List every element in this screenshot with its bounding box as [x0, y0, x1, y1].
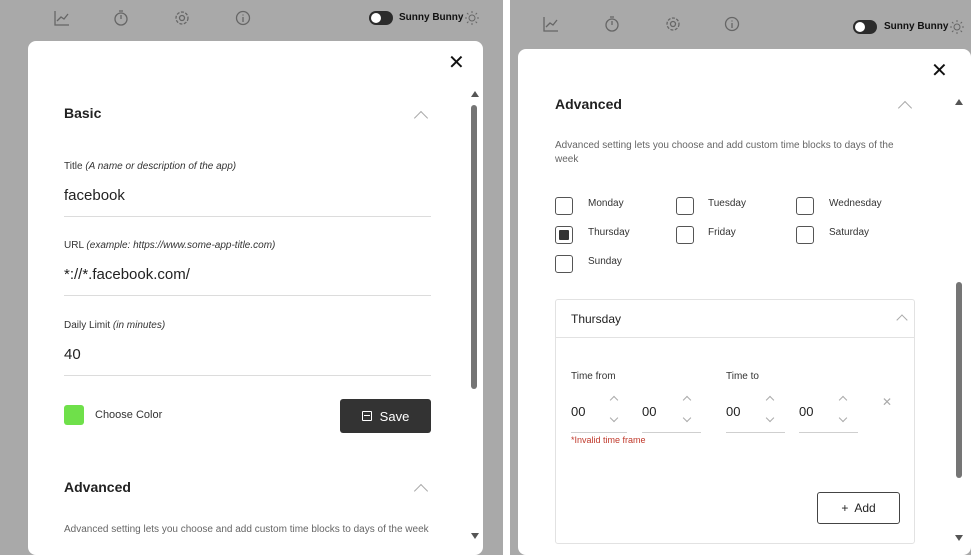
theme-toggle[interactable]	[369, 11, 393, 25]
chevron-up-icon[interactable]	[413, 110, 429, 126]
plus-icon: +	[841, 501, 849, 515]
advanced-section-title[interactable]: Advanced	[64, 479, 131, 495]
limit-underline	[64, 375, 431, 376]
scroll-down-icon[interactable]	[471, 533, 479, 539]
day-card-header[interactable]: Thursday	[556, 300, 914, 338]
day-label-wednesday[interactable]: Wednesday	[829, 198, 882, 209]
remove-time-block-icon[interactable]: ✕	[882, 395, 892, 409]
from-hours-down-icon[interactable]	[609, 413, 619, 423]
top-bar: Sunny Bunny	[0, 0, 503, 40]
scrollbar[interactable]	[469, 91, 479, 541]
title-input[interactable]: facebook	[64, 187, 125, 204]
color-swatch[interactable]	[64, 405, 84, 425]
scroll-up-icon[interactable]	[955, 99, 963, 105]
basic-section-title[interactable]: Basic	[64, 105, 101, 121]
chevron-up-icon[interactable]	[897, 100, 913, 116]
top-bar: Sunny Bunny	[510, 0, 971, 40]
checkbox-friday[interactable]	[676, 226, 694, 244]
daily-limit-input[interactable]: 40	[64, 346, 81, 363]
save-icon	[361, 411, 372, 421]
day-card-title: Thursday	[571, 312, 622, 326]
scroll-down-icon[interactable]	[955, 535, 963, 541]
url-field-label: URL (example: https://www.some-app-title…	[64, 240, 276, 251]
checkbox-monday[interactable]	[555, 197, 573, 215]
scroll-up-icon[interactable]	[471, 91, 479, 97]
day-label-sunday[interactable]: Sunday	[588, 256, 622, 267]
checkbox-saturday[interactable]	[796, 226, 814, 244]
user-name: Sunny Bunny	[399, 12, 464, 23]
add-label: Add	[854, 501, 876, 515]
to-hours-down-icon[interactable]	[765, 413, 775, 423]
title-field-label: Title (A name or description of the app)	[64, 161, 237, 172]
checkbox-wednesday[interactable]	[796, 197, 814, 215]
close-icon[interactable]: ✕	[931, 61, 948, 81]
day-label-tuesday[interactable]: Tuesday	[708, 198, 746, 209]
to-minutes-underline	[799, 432, 858, 433]
from-minutes-up-icon[interactable]	[682, 395, 692, 405]
time-to-label: Time to	[726, 371, 759, 382]
add-time-block-button[interactable]: + Add	[817, 492, 900, 524]
scrollbar[interactable]	[954, 99, 964, 543]
left-panel: Sunny Bunny ✕ Basic Title (A name or des…	[0, 0, 503, 555]
info-icon[interactable]	[233, 8, 253, 28]
save-button[interactable]: Save	[340, 399, 431, 433]
from-minutes-input[interactable]: 00	[642, 404, 656, 419]
day-time-block-card: Thursday Time from Time to 00 00 00 00 ✕…	[555, 299, 915, 544]
daily-limit-label: Daily Limit (in minutes)	[64, 320, 166, 331]
scroll-thumb[interactable]	[471, 105, 477, 389]
chart-icon[interactable]	[541, 14, 561, 34]
save-label: Save	[379, 408, 410, 424]
from-hours-input[interactable]: 00	[571, 404, 585, 419]
right-panel: Sunny Bunny ✕ Advanced Advanced setting …	[510, 0, 971, 555]
advanced-description: Advanced setting lets you choose and add…	[555, 140, 894, 165]
url-input[interactable]: *://*.facebook.com/	[64, 266, 190, 283]
url-underline	[64, 295, 431, 296]
sun-icon	[949, 19, 965, 35]
from-hours-underline	[571, 432, 627, 433]
info-icon[interactable]	[722, 14, 742, 34]
time-error-message: *Invalid time frame	[571, 435, 646, 445]
from-minutes-down-icon[interactable]	[682, 413, 692, 423]
from-hours-up-icon[interactable]	[609, 395, 619, 405]
checkbox-tuesday[interactable]	[676, 197, 694, 215]
to-minutes-input[interactable]: 00	[799, 404, 813, 419]
gear-icon[interactable]	[172, 8, 192, 28]
to-hours-input[interactable]: 00	[726, 404, 740, 419]
chart-icon[interactable]	[52, 8, 72, 28]
gear-icon[interactable]	[663, 14, 683, 34]
time-from-label: Time from	[571, 371, 616, 382]
to-hours-up-icon[interactable]	[765, 395, 775, 405]
to-hours-underline	[726, 432, 785, 433]
close-icon[interactable]: ✕	[448, 53, 465, 73]
advanced-description: Advanced setting lets you choose and add…	[64, 524, 429, 535]
sun-icon	[464, 10, 480, 26]
scroll-thumb[interactable]	[956, 282, 962, 478]
from-minutes-underline	[642, 432, 701, 433]
title-underline	[64, 216, 431, 217]
choose-color-label[interactable]: Choose Color	[95, 409, 162, 421]
timer-icon[interactable]	[111, 8, 131, 28]
day-label-saturday[interactable]: Saturday	[829, 227, 869, 238]
app-settings-modal: ✕ Basic Title (A name or description of …	[28, 41, 483, 555]
day-label-friday[interactable]: Friday	[708, 227, 736, 238]
day-label-thursday[interactable]: Thursday	[588, 227, 630, 238]
checkbox-thursday[interactable]	[555, 226, 573, 244]
timer-icon[interactable]	[602, 14, 622, 34]
day-label-monday[interactable]: Monday	[588, 198, 624, 209]
theme-toggle[interactable]	[853, 20, 877, 34]
user-name: Sunny Bunny	[884, 21, 949, 32]
chevron-up-icon[interactable]	[896, 314, 908, 326]
app-settings-modal: ✕ Advanced Advanced setting lets you cho…	[518, 49, 971, 555]
advanced-section-title[interactable]: Advanced	[555, 96, 622, 112]
to-minutes-down-icon[interactable]	[838, 413, 848, 423]
chevron-up-icon[interactable]	[413, 483, 429, 499]
to-minutes-up-icon[interactable]	[838, 395, 848, 405]
checkbox-sunday[interactable]	[555, 255, 573, 273]
